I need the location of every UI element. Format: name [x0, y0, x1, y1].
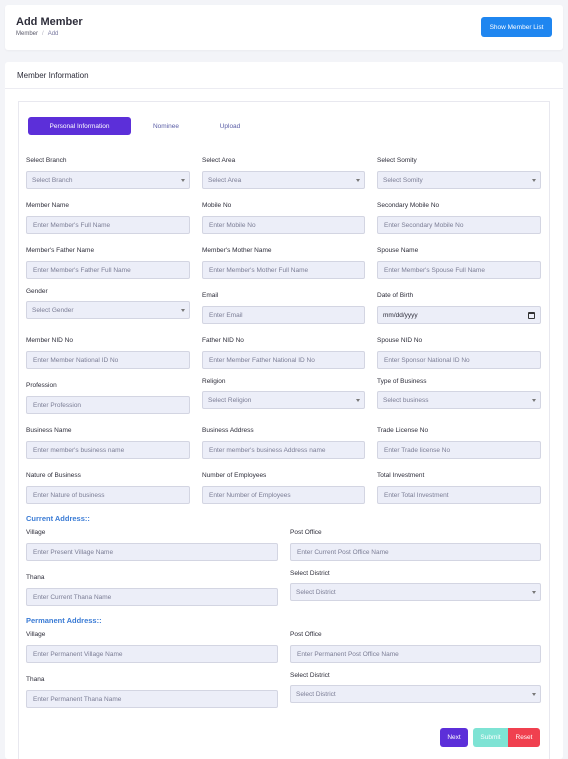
- spouse-name-label: Spouse Name: [377, 247, 419, 254]
- area-select[interactable]: Select Area: [202, 171, 365, 189]
- permanent-post-office-label: Post Office: [290, 631, 322, 638]
- next-button[interactable]: Next: [440, 728, 468, 747]
- current-post-office-input[interactable]: [290, 543, 541, 561]
- chevron-down-icon: [532, 693, 536, 696]
- breadcrumb-separator: /: [42, 31, 44, 37]
- email-input[interactable]: [202, 306, 365, 324]
- permanent-village-input[interactable]: [26, 645, 278, 663]
- chevron-down-icon: [532, 179, 536, 182]
- chevron-down-icon: [356, 179, 360, 182]
- permanent-thana-label: Thana: [26, 676, 45, 683]
- email-label: Email: [202, 292, 219, 299]
- calendar-icon[interactable]: [528, 312, 535, 319]
- permanent-village-label: Village: [26, 631, 46, 638]
- somity-select-value: Select Somity: [383, 176, 423, 184]
- gender-label: Gender: [26, 288, 48, 295]
- business-address-input[interactable]: [202, 441, 365, 459]
- member-name-label: Member Name: [26, 202, 69, 209]
- business-name-input[interactable]: [26, 441, 190, 459]
- chevron-down-icon: [181, 309, 185, 312]
- father-name-label: Member's Father Name: [26, 247, 95, 254]
- religion-label: Religion: [202, 378, 226, 385]
- spouse-nid-label: Spouse NID No: [377, 337, 423, 344]
- current-district-value: Select District: [296, 588, 336, 596]
- breadcrumb: Member / Add: [16, 31, 58, 37]
- dob-input-value: mm/dd/yyyy: [383, 311, 418, 319]
- chevron-down-icon: [532, 591, 536, 594]
- mother-name-input[interactable]: [202, 261, 365, 279]
- area-select-value: Select Area: [208, 176, 242, 184]
- chevron-down-icon: [532, 399, 536, 402]
- total-investment-label: Total Investment: [377, 472, 425, 479]
- current-thana-input[interactable]: [26, 588, 278, 606]
- permanent-district-select[interactable]: Select District: [290, 685, 541, 703]
- business-name-label: Business Name: [26, 427, 72, 434]
- father-nid-label: Father NID No: [202, 337, 244, 344]
- member-name-input[interactable]: [26, 216, 190, 234]
- member-nid-label: Member NID No: [26, 337, 73, 344]
- religion-select-value: Select Religion: [208, 396, 252, 404]
- show-member-list-button[interactable]: Show Member List: [481, 17, 552, 37]
- branch-select[interactable]: Select Branch: [26, 171, 190, 189]
- branch-select-value: Select Branch: [32, 176, 73, 184]
- tab-upload[interactable]: Upload: [205, 117, 255, 135]
- member-nid-input[interactable]: [26, 351, 190, 369]
- current-village-input[interactable]: [26, 543, 278, 561]
- business-type-select-value: Select business: [383, 396, 429, 404]
- nature-business-label: Nature of Business: [26, 472, 81, 479]
- profession-input[interactable]: [26, 396, 190, 414]
- permanent-district-value: Select District: [296, 690, 336, 698]
- gender-select[interactable]: Select Gender: [26, 301, 190, 319]
- religion-select[interactable]: Select Religion: [202, 391, 365, 409]
- dob-label: Date of Birth: [377, 292, 414, 299]
- submit-button[interactable]: Submit: [473, 728, 508, 747]
- total-investment-input[interactable]: [377, 486, 541, 504]
- branch-label: Select Branch: [26, 157, 67, 164]
- page-title: Add Member: [16, 16, 83, 28]
- permanent-post-office-input[interactable]: [290, 645, 541, 663]
- chevron-down-icon: [181, 179, 185, 182]
- employees-label: Number of Employees: [202, 472, 267, 479]
- business-type-label: Type of Business: [377, 378, 427, 385]
- mobile-label: Mobile No: [202, 202, 232, 209]
- spouse-name-input[interactable]: [377, 261, 541, 279]
- tab-personal-information[interactable]: Personal Information: [28, 117, 131, 135]
- current-district-label: Select District: [290, 570, 330, 577]
- somity-select[interactable]: Select Somity: [377, 171, 541, 189]
- divider: [5, 88, 563, 89]
- secondary-mobile-input[interactable]: [377, 216, 541, 234]
- somity-label: Select Somity: [377, 157, 417, 164]
- mobile-input[interactable]: [202, 216, 365, 234]
- trade-license-input[interactable]: [377, 441, 541, 459]
- breadcrumb-member[interactable]: Member: [16, 31, 38, 37]
- profession-label: Profession: [26, 382, 57, 389]
- business-type-select[interactable]: Select business: [377, 391, 541, 409]
- employees-input[interactable]: [202, 486, 365, 504]
- business-address-label: Business Address: [202, 427, 254, 434]
- breadcrumb-add: Add: [47, 31, 59, 37]
- permanent-address-heading: Permanent Address::: [26, 616, 102, 625]
- nature-business-input[interactable]: [26, 486, 190, 504]
- dob-input[interactable]: mm/dd/yyyy: [377, 306, 541, 324]
- gender-select-value: Select Gender: [32, 306, 74, 314]
- section-title: Member Information: [17, 71, 89, 80]
- trade-license-label: Trade License No: [377, 427, 429, 434]
- permanent-district-label: Select District: [290, 672, 330, 679]
- reset-button[interactable]: Reset: [508, 728, 540, 747]
- secondary-mobile-label: Secondary Mobile No: [377, 202, 440, 209]
- spouse-nid-input[interactable]: [377, 351, 541, 369]
- mother-name-label: Member's Mother Name: [202, 247, 272, 254]
- current-address-heading: Current Address::: [26, 514, 90, 523]
- current-thana-label: Thana: [26, 574, 45, 581]
- father-nid-input[interactable]: [202, 351, 365, 369]
- current-post-office-label: Post Office: [290, 529, 322, 536]
- area-label: Select Area: [202, 157, 236, 164]
- current-district-select[interactable]: Select District: [290, 583, 541, 601]
- current-village-label: Village: [26, 529, 46, 536]
- chevron-down-icon: [356, 399, 360, 402]
- page-header: Add Member Member / Add Show Member List: [5, 5, 563, 50]
- tab-nominee[interactable]: Nominee: [140, 117, 192, 135]
- father-name-input[interactable]: [26, 261, 190, 279]
- permanent-thana-input[interactable]: [26, 690, 278, 708]
